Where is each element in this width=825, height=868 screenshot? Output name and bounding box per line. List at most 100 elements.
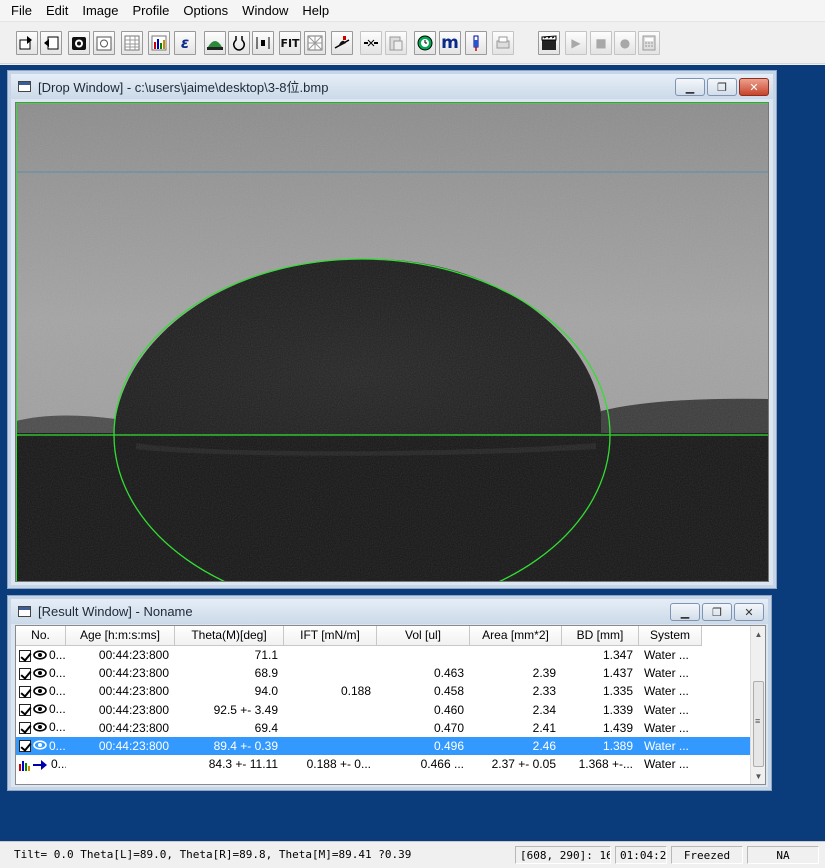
cell-theta: 69.4 <box>254 720 278 735</box>
record-button[interactable]: ● <box>614 31 636 55</box>
table-row[interactable]: 0... 00:44:23:800 94.0 0.188 0.458 2.33 1.335 W… <box>16 682 752 700</box>
maximize-button[interactable]: ❐ <box>702 603 732 621</box>
drop-window: [Drop Window] - c:\users\jaime\desktop\3… <box>7 70 777 589</box>
drop-window-titlebar[interactable]: [Drop Window] - c:\users\jaime\desktop\3… <box>11 74 773 99</box>
clipboard-button[interactable] <box>385 31 407 55</box>
eye-icon[interactable] <box>33 719 47 737</box>
close-icon: ✕ <box>749 80 759 94</box>
status-measurement: Tilt= 0.0 Theta[L]=89.0, Theta[R]=89.8, … <box>14 848 412 861</box>
cell-system: Water ... <box>644 702 689 717</box>
eye-icon[interactable] <box>33 665 47 683</box>
menu-edit[interactable]: Edit <box>39 0 75 22</box>
needle-button[interactable] <box>252 31 274 55</box>
mdi-workspace: [Drop Window] - c:\users\jaime\desktop\3… <box>0 65 825 841</box>
play-button[interactable]: ▶ <box>565 31 587 55</box>
column-header-no[interactable]: No. <box>16 626 66 646</box>
tilt-button[interactable] <box>331 31 353 55</box>
sessile-drop-icon <box>206 34 224 52</box>
capture-button[interactable] <box>93 31 115 55</box>
row-checkbox[interactable] <box>19 649 31 662</box>
eye-icon[interactable] <box>33 701 47 719</box>
menu-file[interactable]: File <box>4 0 39 22</box>
column-header-bd[interactable]: BD [mm] <box>562 626 639 646</box>
table-row[interactable]: 0... 00:44:23:800 92.5 +- 3.49 0.460 2.34 1.3… <box>16 701 752 719</box>
sessile-drop-button[interactable] <box>204 31 226 55</box>
close-button[interactable]: ✕ <box>739 78 769 96</box>
cell-bd: 1.389 <box>602 739 633 754</box>
column-header-area[interactable]: Area [mm*2] <box>470 626 562 646</box>
noise-overlay <box>16 103 768 581</box>
m-button[interactable]: m <box>439 31 461 55</box>
scroll-thumb[interactable] <box>753 681 764 767</box>
row-checkbox[interactable] <box>19 667 31 680</box>
column-header-system[interactable]: System <box>639 626 702 646</box>
epsilon-button[interactable]: ε <box>174 31 196 55</box>
table-row[interactable]: 0... 00:44:23:800 69.4 0.470 2.41 1.439 Water … <box>16 719 752 737</box>
print-button[interactable] <box>492 31 514 55</box>
menu-image[interactable]: Image <box>75 0 125 22</box>
calculator-button[interactable] <box>638 31 660 55</box>
pendant-drop-button[interactable] <box>228 31 250 55</box>
row-checkbox[interactable] <box>19 722 31 735</box>
drop-image[interactable] <box>15 102 769 582</box>
histogram-button[interactable] <box>148 31 170 55</box>
table-row[interactable]: 0... 00:44:23:800 71.1 1.347 Water ... <box>16 646 752 664</box>
maximize-button[interactable]: ❐ <box>707 78 737 96</box>
results-table[interactable]: No. Age [h:m:s:ms] Theta(M)[deg] IFT [mN/m]… <box>15 625 766 785</box>
save-image-button[interactable] <box>40 31 62 55</box>
menu-bar: File Edit Image Profile Options Window Help <box>0 0 825 22</box>
cell-bd: 1.368 +-... <box>578 757 633 772</box>
column-header-theta[interactable]: Theta(M)[deg] <box>175 626 284 646</box>
scroll-up-icon[interactable]: ▲ <box>751 626 765 642</box>
cell-theta: 84.3 +- 11.11 <box>208 757 278 772</box>
row-checkbox[interactable] <box>19 704 31 717</box>
scroll-down-icon[interactable]: ▼ <box>751 768 765 784</box>
open-image-button[interactable] <box>16 31 38 55</box>
menu-options[interactable]: Options <box>176 0 235 22</box>
movie-button[interactable] <box>538 31 560 55</box>
stop-button[interactable]: ■ <box>590 31 612 55</box>
cell-area: 2.37 +- 0.05 <box>491 757 556 772</box>
column-header-vol[interactable]: Vol [ul] <box>377 626 470 646</box>
vertical-scrollbar[interactable]: ▲ ▼ <box>750 626 765 784</box>
column-header-ift[interactable]: IFT [mN/m] <box>284 626 377 646</box>
summary-row[interactable]: 0... 84.3 +- 11.11 0.188 +- 0... 0.466 ... 2… <box>16 755 752 773</box>
drop-window-title: [Drop Window] - c:\users\jaime\desktop\3… <box>38 80 329 95</box>
table-button[interactable] <box>121 31 143 55</box>
cell-age: 00:44:23:800 <box>98 648 169 663</box>
cell-ift: 0.188 <box>340 684 371 699</box>
cell-theta: 68.9 <box>254 666 278 681</box>
result-window-titlebar[interactable]: [Result Window] - Noname ▁ ❐ ✕ <box>11 599 768 624</box>
cell-system: Water ... <box>644 684 689 699</box>
eye-icon[interactable] <box>33 737 47 755</box>
eye-icon[interactable] <box>33 647 47 665</box>
column-header-age[interactable]: Age [h:m:s:ms] <box>66 626 175 646</box>
result-window: [Result Window] - Noname ▁ ❐ ✕ No. Age [h… <box>7 595 772 791</box>
m-icon: m <box>441 33 459 53</box>
menu-profile[interactable]: Profile <box>126 0 177 22</box>
menu-help[interactable]: Help <box>295 0 336 22</box>
cell-area: 2.39 <box>532 666 556 681</box>
syringe-button[interactable] <box>465 31 487 55</box>
baseline-button[interactable] <box>360 31 382 55</box>
minimize-button[interactable]: ▁ <box>675 78 705 96</box>
cell-vol: 0.458 <box>433 684 464 699</box>
minimize-button[interactable]: ▁ <box>670 603 700 621</box>
calculator-icon <box>640 34 658 52</box>
baseline-icon <box>362 34 380 52</box>
eye-icon[interactable] <box>33 683 47 701</box>
cell-bd: 1.347 <box>602 648 633 663</box>
cell-age: 00:44:23:800 <box>98 702 169 717</box>
clock-button[interactable] <box>414 31 436 55</box>
fit-button[interactable]: FIT <box>279 31 301 55</box>
close-button[interactable]: ✕ <box>734 603 764 621</box>
camera-button[interactable] <box>68 31 90 55</box>
menu-window[interactable]: Window <box>235 0 295 22</box>
cell-bd: 1.437 <box>602 666 633 681</box>
row-checkbox[interactable] <box>19 740 31 753</box>
row-checkbox[interactable] <box>19 685 31 698</box>
table-row[interactable]: 0... 00:44:23:800 89.4 +- 0.39 0.496 2.46 1.3… <box>16 736 752 756</box>
cell-age: 00:44:23:800 <box>98 684 169 699</box>
grid-fit-button[interactable] <box>304 31 326 55</box>
table-row[interactable]: 0... 00:44:23:800 68.9 0.463 2.39 1.437 Water … <box>16 664 752 682</box>
